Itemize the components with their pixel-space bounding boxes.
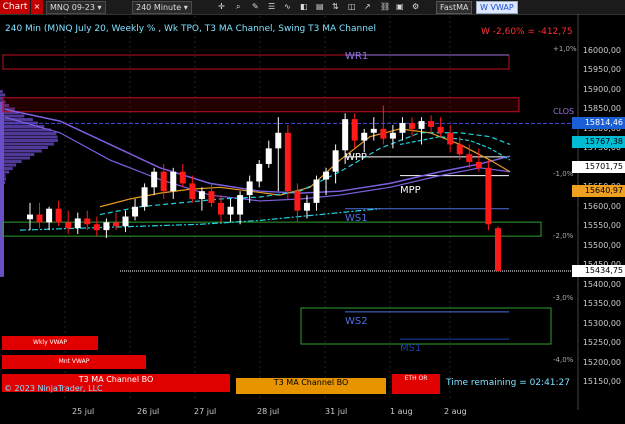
time-axis-label: 1 aug [390,407,413,416]
chevron-down-icon: ▾ [184,3,188,12]
time-axis-label: 26 jul [137,407,159,416]
monthly-vwap-label: Mnt VWAP [2,355,146,369]
price-axis-label: 15900,00 [583,85,621,94]
strategies-icon[interactable]: ◧ [300,1,316,12]
t3-bo-label-2: T3 MA Channel BO [236,378,386,394]
ms1-label: MS1 [400,343,421,354]
interval-selector[interactable]: 240 Minute ▾ [132,1,192,14]
price-tag: 15701,75 [572,161,625,173]
close-icon[interactable]: × [31,0,43,14]
price-axis-label: 15400,00 [583,280,621,289]
price-axis-label: 15250,00 [583,338,621,347]
properties-icon[interactable]: ☰ [268,1,284,12]
time-axis-label: 2 aug [444,407,467,416]
weekly-vwap-label: Wkly VWAP [2,336,98,350]
window-icon[interactable]: ▣ [396,1,412,12]
pct-label: -1,0% [553,170,573,178]
chart-title: 240 Min (M)NQ July 20, Weekly % , Wk TPO… [5,24,376,34]
chart-trader-icon[interactable]: ⇅ [332,1,348,12]
price-axis-label: 15550,00 [583,221,621,230]
chevron-down-icon: ▾ [98,3,102,12]
time-axis-label: 25 jul [72,407,94,416]
time-axis-label: 28 jul [257,407,279,416]
copyright-label: © 2023 NinjaTrader, LLC [4,384,103,393]
mpp-label: MPP [400,185,421,196]
price-tag: 15640,97 [572,185,625,197]
draw-icon[interactable]: ✎ [252,1,268,12]
indicators-icon[interactable]: ∿ [284,1,300,12]
vwap-button[interactable]: W VWAP [476,1,518,14]
price-axis-label: 15300,00 [583,319,621,328]
eth-or-label: ETH OR [392,374,440,394]
time-axis-label: 27 jul [194,407,216,416]
pct-label: -2,0% [553,232,573,240]
settings-icon[interactable]: ⚙ [412,1,428,12]
instrument-selector[interactable]: MNQ 09-23 ▾ [46,1,106,14]
templates-icon[interactable]: ▤ [316,1,332,12]
price-axis-label: 15850,00 [583,104,621,113]
crosshair-icon[interactable]: ✛ [218,1,238,12]
share-icon[interactable]: ↗ [364,1,380,12]
wpp-label: WPP [345,152,367,163]
pct-label: -3,0% [553,294,573,302]
weekly-change-label: W -2,60% = -412,75 [481,27,573,37]
toolbar: Chart × MNQ 09-23 ▾ 240 Minute ▾ ✛ ⌕ ✎ ☰… [0,0,625,15]
snapshot-icon[interactable]: ◫ [348,1,364,12]
time-axis-label: 31 jul [325,407,347,416]
close-level-label: CLOS [553,107,574,116]
zoom-icon[interactable]: ⌕ [236,1,252,12]
price-axis-label: 15600,00 [583,202,621,211]
wr1-label: WR1 [345,51,368,62]
price-axis-label: 15350,00 [583,299,621,308]
price-tag: 15814,46 [572,117,625,129]
fastma-button[interactable]: FastMA [436,1,472,14]
interval-label: 240 Minute [136,3,181,12]
chart-tab[interactable]: Chart [0,0,30,14]
price-axis-label: 15500,00 [583,241,621,250]
price-tag: 15434,75 [572,265,625,277]
pct-label: +1,0% [553,45,577,53]
time-remaining-label: Time remaining = 02:41:27 [446,378,570,388]
price-axis-label: 15950,00 [583,65,621,74]
price-axis-label: 15200,00 [583,358,621,367]
price-axis-label: 16000,00 [583,46,621,55]
ws2-label: WS2 [345,316,368,327]
link-icon[interactable]: ⛓ [380,1,396,12]
pct-label: -4,0% [553,356,573,364]
instrument-label: MNQ 09-23 [50,3,95,12]
price-axis-label: 15150,00 [583,377,621,386]
ws1-label: WS1 [345,213,368,224]
price-tag: 15767,38 [572,136,625,148]
